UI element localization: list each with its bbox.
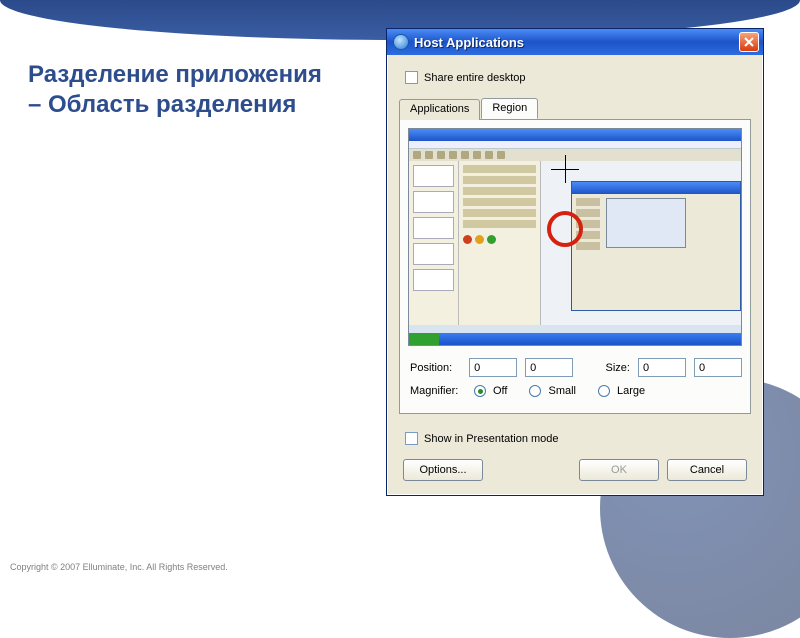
position-x-input[interactable] xyxy=(469,358,517,377)
tab-region[interactable]: Region xyxy=(481,98,538,119)
position-label: Position: xyxy=(410,362,461,374)
radio-small[interactable] xyxy=(529,385,541,397)
preview-nested-dialog xyxy=(571,181,741,311)
preview-thumbnails xyxy=(409,161,459,325)
dialog-title: Host Applications xyxy=(414,35,739,50)
magnifier-option-large[interactable]: Large xyxy=(598,385,645,397)
dialog-body: Share entire desktop Applications Region xyxy=(387,55,763,495)
preview-sidebar xyxy=(459,161,541,325)
options-button[interactable]: Options... xyxy=(403,459,483,481)
radio-off[interactable] xyxy=(474,385,486,397)
show-presentation-checkbox[interactable] xyxy=(405,432,418,445)
slide-title-line1: Разделение приложения xyxy=(28,60,322,90)
preview-taskbar xyxy=(409,333,741,345)
share-entire-desktop-checkbox[interactable] xyxy=(405,71,418,84)
slide-title-line2: – Область разделения xyxy=(28,90,322,120)
region-crosshair-h xyxy=(551,169,579,170)
slide-title: Разделение приложения – Область разделен… xyxy=(28,60,322,120)
size-w-input[interactable] xyxy=(638,358,686,377)
host-applications-dialog: Host Applications Share entire desktop A… xyxy=(386,28,764,496)
magnifier-label: Magnifier: xyxy=(410,385,466,397)
close-button[interactable] xyxy=(739,32,759,52)
copyright-text: Copyright © 2007 Elluminate, Inc. All Ri… xyxy=(10,562,228,572)
magnifier-small-label: Small xyxy=(548,385,576,397)
tab-container: Applications Region xyxy=(399,98,751,414)
magnifier-option-small[interactable]: Small xyxy=(529,385,576,397)
magnifier-off-label: Off xyxy=(493,385,507,397)
position-y-input[interactable] xyxy=(525,358,573,377)
share-entire-desktop-label: Share entire desktop xyxy=(424,72,526,84)
tab-row: Applications Region xyxy=(399,98,751,119)
magnifier-large-label: Large xyxy=(617,385,645,397)
close-icon xyxy=(744,37,754,47)
preview-menubar xyxy=(409,141,741,149)
cancel-button[interactable]: Cancel xyxy=(667,459,747,481)
preview-toolbar xyxy=(409,149,741,161)
magnifier-row: Magnifier: Off Small Large xyxy=(410,385,742,397)
tab-panel-region: Position: Size: Magnifier: Off xyxy=(399,119,751,414)
show-presentation-row: Show in Presentation mode xyxy=(405,432,751,445)
size-label: Size: xyxy=(606,362,630,374)
app-icon xyxy=(393,34,409,50)
size-h-input[interactable] xyxy=(694,358,742,377)
preview-titlebar xyxy=(409,129,741,141)
share-entire-desktop-row: Share entire desktop xyxy=(405,71,751,84)
show-presentation-label: Show in Presentation mode xyxy=(424,433,559,445)
region-preview[interactable] xyxy=(408,128,742,346)
radio-large[interactable] xyxy=(598,385,610,397)
tab-applications[interactable]: Applications xyxy=(399,99,480,120)
dialog-titlebar[interactable]: Host Applications xyxy=(387,29,763,55)
magnifier-option-off[interactable]: Off xyxy=(474,385,507,397)
position-size-row: Position: Size: xyxy=(410,358,742,377)
highlight-circle-icon xyxy=(547,211,583,247)
dialog-button-row: Options... OK Cancel xyxy=(399,459,751,481)
ok-button: OK xyxy=(579,459,659,481)
